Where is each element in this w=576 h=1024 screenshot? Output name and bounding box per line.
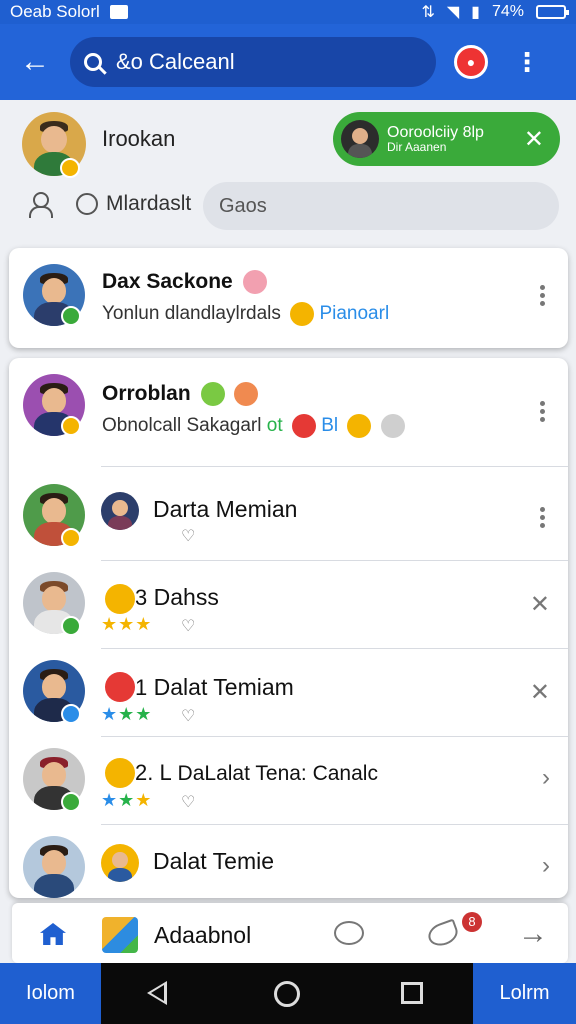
emoji-icon <box>105 672 135 702</box>
list-item-name: Dalat Temiam <box>153 674 294 700</box>
mini-avatar <box>101 844 139 882</box>
system-nav-bar: Iolom Lolrm <box>0 963 576 1024</box>
list-avatar <box>23 836 85 898</box>
list-header-tail: ot <box>266 415 283 437</box>
close-icon[interactable]: ✕ <box>530 590 550 619</box>
app-icon[interactable] <box>102 917 138 953</box>
status-dot <box>61 704 81 724</box>
emoji-icon <box>242 270 267 295</box>
card-name: Dax Sackone <box>102 270 233 293</box>
list-header-tail2: Bl <box>321 415 339 437</box>
app-bar: ← &o Calceanl ● ⋮ <box>0 24 576 100</box>
search-icon <box>84 53 102 71</box>
list-header-name: Orroblan <box>102 382 191 405</box>
highlight-card[interactable]: Dax Sackone Yonlun dlandlaylrdals Pianoa… <box>9 248 568 348</box>
heart-icon[interactable]: ♡ <box>181 526 195 546</box>
secondary-label: Mlardaslt <box>106 192 192 215</box>
chevron-right-icon[interactable]: › <box>542 764 550 792</box>
close-icon[interactable]: ✕ <box>524 125 544 154</box>
system-home-icon[interactable] <box>274 981 300 1007</box>
search-text: &o Calceanl <box>116 49 235 74</box>
back-arrow-icon[interactable]: ← <box>0 24 70 100</box>
emoji-icon <box>105 758 135 788</box>
sync-icon: ⇅ <box>421 4 435 21</box>
notification-badge-icon[interactable]: ● <box>454 45 488 79</box>
rating-stars: ★★★ <box>101 704 153 724</box>
online-dot <box>61 306 81 326</box>
card-subtitle: Yonlun dlandlaylrdals <box>102 303 281 325</box>
divider <box>101 824 568 825</box>
heart-icon[interactable]: ♡ <box>181 706 195 726</box>
profile-name: Irookan <box>102 126 176 151</box>
chevron-right-icon[interactable]: › <box>542 852 550 880</box>
toast-subtitle: Dir Aaanen <box>387 140 447 155</box>
more-vert-icon[interactable] <box>540 282 546 309</box>
more-vert-icon[interactable] <box>540 504 546 531</box>
divider <box>101 560 568 561</box>
battery-text: 74% <box>491 3 524 20</box>
emoji-icon <box>200 382 225 407</box>
notification-count-badge: 8 <box>462 912 482 932</box>
smile-emoji-icon <box>290 302 315 326</box>
home-icon[interactable] <box>40 923 66 945</box>
system-right-button[interactable]: Lolrm <box>473 963 576 1024</box>
emoji-icon <box>347 414 372 438</box>
system-left-button[interactable]: Iolom <box>0 963 101 1024</box>
rating-stars: ★★★ <box>101 614 153 634</box>
share-icon[interactable] <box>425 918 461 950</box>
emoji-icon <box>380 414 405 438</box>
more-vert-icon[interactable]: ⋮ <box>514 49 540 75</box>
list-item-prefix: 2. L <box>135 760 172 785</box>
emoji-icon <box>234 382 259 407</box>
emoji-icon <box>105 584 135 614</box>
list-item-name: Darta Memian <box>153 496 298 522</box>
system-back-icon[interactable] <box>147 981 167 1005</box>
user-icon[interactable] <box>28 192 53 218</box>
status-dot <box>60 158 80 178</box>
card-tag[interactable]: Pianoarl <box>319 303 389 324</box>
chat-icon[interactable] <box>334 921 364 945</box>
arrow-right-icon[interactable]: → <box>518 917 548 951</box>
divider <box>101 648 568 649</box>
wifi-icon: ◥ <box>446 4 460 21</box>
status-bar: Oeab Solorl ⇅ ◥ ▮ 74% <box>0 0 576 24</box>
heart-icon[interactable]: ♡ <box>181 792 195 812</box>
list-item-prefix: 1 <box>135 675 148 700</box>
status-app-label: Oeab Solorl <box>10 2 100 21</box>
close-icon[interactable]: ✕ <box>530 678 550 707</box>
emoji-icon <box>291 414 316 438</box>
status-dot <box>61 792 81 812</box>
toast-avatar <box>341 120 379 158</box>
list-header-subtitle: Obnolcall Sakagarl <box>102 415 262 437</box>
heart-icon[interactable]: ♡ <box>181 616 195 636</box>
message-icon <box>109 5 128 19</box>
profile-section: Irookan Ooroolciiy 8lp Dir Aaanen ✕ Mlar… <box>0 100 576 240</box>
list-item-prefix: 3 <box>135 585 148 610</box>
battery-icon <box>536 5 569 19</box>
mini-avatar <box>101 492 139 530</box>
bottom-nav: Adaabnol 8 → <box>12 903 568 963</box>
more-vert-icon[interactable] <box>540 398 546 425</box>
notification-toast[interactable]: Ooroolciiy 8lp Dir Aaanen ✕ <box>333 112 560 166</box>
toast-title: Ooroolciiy 8lp <box>387 123 484 141</box>
rating-stars: ★★★ <box>101 790 153 810</box>
list-item-name: DaLalat Tena: Canalc <box>177 762 378 785</box>
system-recents-icon[interactable] <box>401 982 423 1004</box>
text-field[interactable]: Gaos <box>203 182 559 230</box>
status-dot <box>61 528 81 548</box>
list-item-name: Dahss <box>153 584 219 610</box>
signal-icon: ▮ <box>471 4 480 21</box>
heart-icon[interactable] <box>76 193 98 215</box>
contact-list: Orroblan Obnolcall Sakagarl ot Bl Darta … <box>9 358 568 898</box>
divider <box>101 736 568 737</box>
bottom-nav-label[interactable]: Adaabnol <box>154 922 251 949</box>
divider <box>101 466 568 467</box>
search-input[interactable]: &o Calceanl <box>70 37 436 87</box>
status-dot <box>61 616 81 636</box>
list-item-name: Dalat Temie <box>153 848 275 874</box>
status-dot <box>61 416 81 436</box>
